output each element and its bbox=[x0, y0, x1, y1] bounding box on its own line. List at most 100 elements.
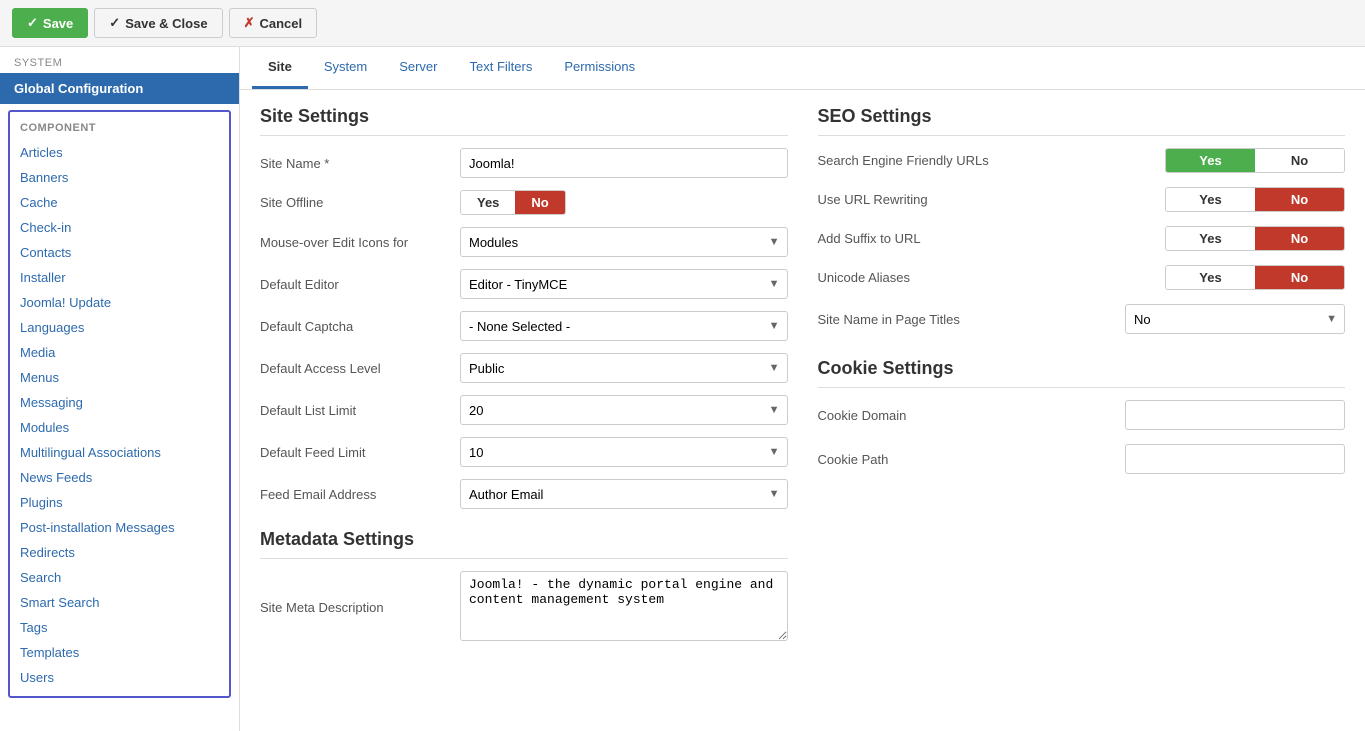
sidebar-item-contacts[interactable]: Contacts bbox=[10, 240, 229, 265]
mouseover-select[interactable]: Modules bbox=[460, 227, 788, 257]
sidebar-item-search[interactable]: Search bbox=[10, 565, 229, 590]
site-offline-no-btn[interactable]: No bbox=[515, 191, 564, 214]
sidebar-item-tags[interactable]: Tags bbox=[10, 615, 229, 640]
sidebar-item-banners[interactable]: Banners bbox=[10, 165, 229, 190]
main-content: Site System Server Text Filters Permissi… bbox=[240, 47, 1365, 731]
url-rewriting-label: Use URL Rewriting bbox=[818, 192, 1166, 207]
sidebar-item-installer[interactable]: Installer bbox=[10, 265, 229, 290]
mouseover-control: Modules ▼ bbox=[460, 227, 788, 257]
save-close-button[interactable]: ✓ Save & Close bbox=[94, 8, 222, 38]
site-name-titles-select[interactable]: No bbox=[1125, 304, 1345, 334]
url-rewriting-toggle: Yes No bbox=[1165, 187, 1345, 212]
default-editor-label: Default Editor bbox=[260, 277, 460, 292]
rewriting-no-btn[interactable]: No bbox=[1255, 188, 1344, 211]
site-offline-yes-btn[interactable]: Yes bbox=[461, 191, 515, 214]
default-list-limit-row: Default List Limit 20 ▼ bbox=[260, 395, 788, 425]
sidebar-items-container: ArticlesBannersCacheCheck-inContactsInst… bbox=[10, 140, 229, 690]
component-label: COMPONENT bbox=[10, 118, 229, 140]
meta-desc-textarea[interactable]: Joomla! - the dynamic portal engine and … bbox=[460, 571, 788, 641]
tab-permissions[interactable]: Permissions bbox=[548, 47, 651, 89]
default-captcha-select-wrap: - None Selected - ▼ bbox=[460, 311, 788, 341]
site-name-input[interactable] bbox=[460, 148, 788, 178]
sidebar-item-check-in[interactable]: Check-in bbox=[10, 215, 229, 240]
saveclose-icon: ✓ bbox=[109, 15, 120, 31]
tab-server[interactable]: Server bbox=[383, 47, 453, 89]
site-name-titles-label: Site Name in Page Titles bbox=[818, 312, 1126, 327]
component-box: COMPONENT ArticlesBannersCacheCheck-inCo… bbox=[8, 110, 231, 698]
default-feed-limit-row: Default Feed Limit 10 ▼ bbox=[260, 437, 788, 467]
sidebar-item-menus[interactable]: Menus bbox=[10, 365, 229, 390]
default-access-label: Default Access Level bbox=[260, 361, 460, 376]
default-access-control: Public ▼ bbox=[460, 353, 788, 383]
meta-desc-label: Site Meta Description bbox=[260, 600, 460, 615]
sidebar-item-news-feeds[interactable]: News Feeds bbox=[10, 465, 229, 490]
unicode-aliases-control: Yes No bbox=[1165, 265, 1345, 290]
default-editor-control: Editor - TinyMCE ▼ bbox=[460, 269, 788, 299]
tabs-bar: Site System Server Text Filters Permissi… bbox=[240, 47, 1365, 90]
site-offline-toggle: Yes No bbox=[460, 190, 566, 215]
sidebar-item-redirects[interactable]: Redirects bbox=[10, 540, 229, 565]
main-layout: SYSTEM Global Configuration COMPONENT Ar… bbox=[0, 47, 1365, 731]
friendly-no-btn[interactable]: No bbox=[1255, 149, 1344, 172]
sidebar-item-cache[interactable]: Cache bbox=[10, 190, 229, 215]
metadata-title: Metadata Settings bbox=[260, 529, 788, 559]
sidebar-item-articles[interactable]: Articles bbox=[10, 140, 229, 165]
sidebar-item-languages[interactable]: Languages bbox=[10, 315, 229, 340]
default-captcha-label: Default Captcha bbox=[260, 319, 460, 334]
default-feed-limit-select-wrap: 10 ▼ bbox=[460, 437, 788, 467]
site-name-row: Site Name * bbox=[260, 148, 788, 178]
default-list-limit-select[interactable]: 20 bbox=[460, 395, 788, 425]
default-editor-select-wrap: Editor - TinyMCE ▼ bbox=[460, 269, 788, 299]
suffix-yes-btn[interactable]: Yes bbox=[1166, 227, 1255, 250]
sidebar-item-post-installation-messages[interactable]: Post-installation Messages bbox=[10, 515, 229, 540]
sidebar-item-media[interactable]: Media bbox=[10, 340, 229, 365]
sidebar-item-smart-search[interactable]: Smart Search bbox=[10, 590, 229, 615]
default-feed-limit-select[interactable]: 10 bbox=[460, 437, 788, 467]
suffix-url-toggle: Yes No bbox=[1165, 226, 1345, 251]
unicode-aliases-toggle: Yes No bbox=[1165, 265, 1345, 290]
default-captcha-select[interactable]: - None Selected - bbox=[460, 311, 788, 341]
sidebar-item-templates[interactable]: Templates bbox=[10, 640, 229, 665]
friendly-yes-btn[interactable]: Yes bbox=[1166, 149, 1255, 172]
seo-settings-title: SEO Settings bbox=[818, 106, 1346, 136]
sidebar-item-multilingual-associations[interactable]: Multilingual Associations bbox=[10, 440, 229, 465]
cookie-domain-input[interactable] bbox=[1125, 400, 1345, 430]
default-editor-select[interactable]: Editor - TinyMCE bbox=[460, 269, 788, 299]
suffix-no-btn[interactable]: No bbox=[1255, 227, 1344, 250]
site-name-label: Site Name * bbox=[260, 156, 460, 171]
tab-site[interactable]: Site bbox=[252, 47, 308, 89]
global-config-item[interactable]: Global Configuration bbox=[0, 73, 239, 104]
friendly-urls-label: Search Engine Friendly URLs bbox=[818, 153, 1166, 168]
unicode-yes-btn[interactable]: Yes bbox=[1166, 266, 1255, 289]
default-feed-limit-label: Default Feed Limit bbox=[260, 445, 460, 460]
rewriting-yes-btn[interactable]: Yes bbox=[1166, 188, 1255, 211]
sidebar: SYSTEM Global Configuration COMPONENT Ar… bbox=[0, 47, 240, 731]
save-button[interactable]: ✓ Save bbox=[12, 8, 88, 38]
default-access-select[interactable]: Public bbox=[460, 353, 788, 383]
default-list-limit-select-wrap: 20 ▼ bbox=[460, 395, 788, 425]
unicode-aliases-row: Unicode Aliases Yes No bbox=[818, 265, 1346, 290]
feed-email-select[interactable]: Author Email bbox=[460, 479, 788, 509]
suffix-url-row: Add Suffix to URL Yes No bbox=[818, 226, 1346, 251]
default-editor-row: Default Editor Editor - TinyMCE ▼ bbox=[260, 269, 788, 299]
cancel-button[interactable]: ✗ Cancel bbox=[229, 8, 318, 38]
friendly-urls-row: Search Engine Friendly URLs Yes No bbox=[818, 148, 1346, 173]
cookie-section: Cookie Settings Cookie Domain Cookie Pat… bbox=[818, 358, 1346, 474]
site-name-titles-row: Site Name in Page Titles No ▼ bbox=[818, 304, 1346, 334]
sidebar-item-modules[interactable]: Modules bbox=[10, 415, 229, 440]
sidebar-item-joomla-update[interactable]: Joomla! Update bbox=[10, 290, 229, 315]
content-area: Site Settings Site Name * Site Offline Y… bbox=[240, 90, 1365, 672]
sidebar-item-messaging[interactable]: Messaging bbox=[10, 390, 229, 415]
default-access-select-wrap: Public ▼ bbox=[460, 353, 788, 383]
site-settings-title: Site Settings bbox=[260, 106, 788, 136]
cookie-path-input[interactable] bbox=[1125, 444, 1345, 474]
mouseover-select-wrap: Modules ▼ bbox=[460, 227, 788, 257]
site-offline-label: Site Offline bbox=[260, 195, 460, 210]
cancel-icon: ✗ bbox=[244, 15, 255, 31]
sidebar-item-plugins[interactable]: Plugins bbox=[10, 490, 229, 515]
tab-system[interactable]: System bbox=[308, 47, 383, 89]
sidebar-item-users[interactable]: Users bbox=[10, 665, 229, 690]
tab-text-filters[interactable]: Text Filters bbox=[453, 47, 548, 89]
unicode-no-btn[interactable]: No bbox=[1255, 266, 1344, 289]
default-captcha-control: - None Selected - ▼ bbox=[460, 311, 788, 341]
